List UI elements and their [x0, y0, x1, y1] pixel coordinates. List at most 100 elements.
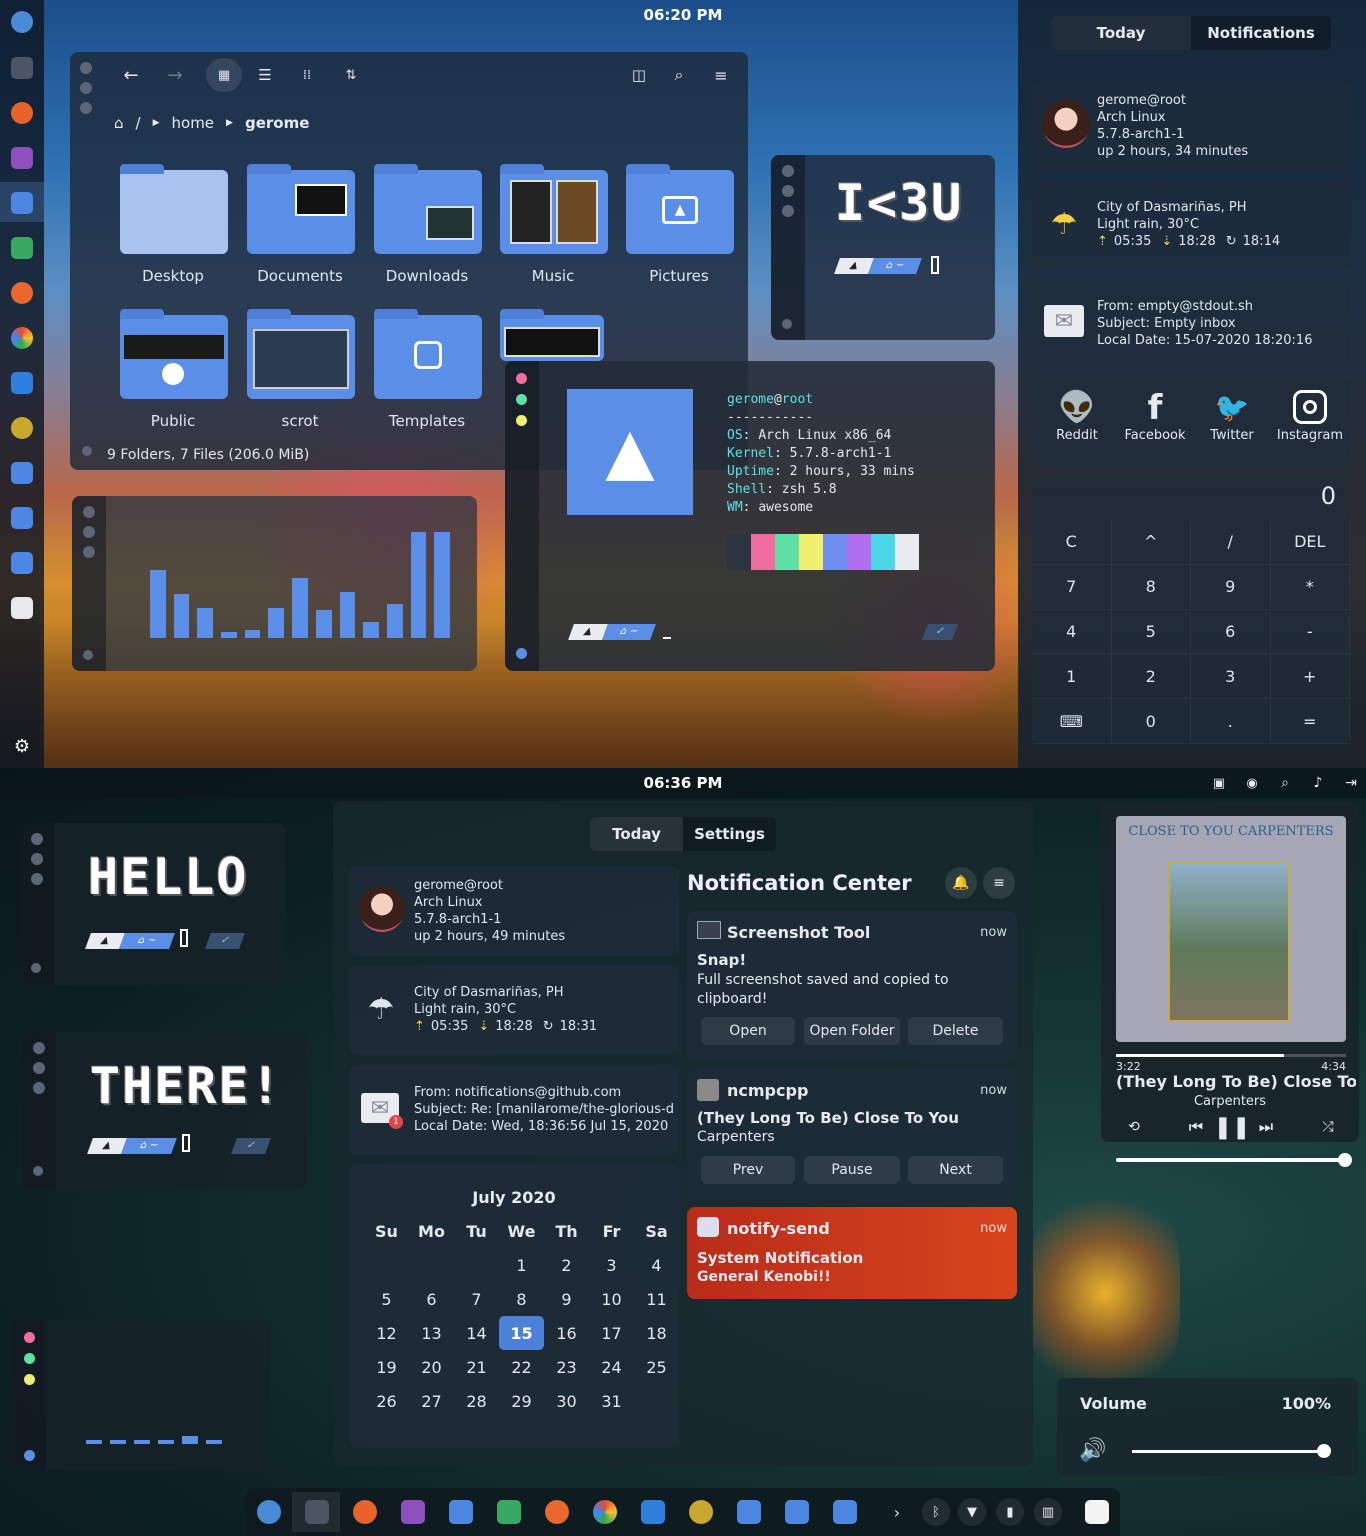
repeat-icon[interactable]: ⟲	[1125, 1118, 1143, 1136]
folder-label[interactable]: Templates	[362, 412, 492, 430]
folder-downloads-icon[interactable]	[374, 164, 482, 254]
calc-key[interactable]: *	[1270, 564, 1350, 610]
home-tag-icon[interactable]: ⌂ ~	[868, 258, 922, 274]
chrome-icon[interactable]	[593, 1500, 617, 1524]
breadcrumb-root[interactable]: /	[136, 114, 141, 132]
social-facebook[interactable]: f Facebook	[1120, 388, 1190, 443]
calendar-day[interactable]: 8	[499, 1282, 544, 1316]
calendar-day[interactable]: 16	[544, 1316, 589, 1350]
panel-tabs[interactable]: Today Notifications	[1051, 16, 1331, 50]
seek-handle[interactable]	[1338, 1153, 1352, 1167]
calc-key[interactable]: 0	[1111, 699, 1191, 744]
calendar-day[interactable]: 4	[634, 1248, 679, 1282]
tab-today[interactable]: Today	[1051, 16, 1191, 50]
calc-key[interactable]: 8	[1111, 564, 1191, 610]
window-dot[interactable]	[80, 62, 92, 74]
minimize-dot[interactable]	[516, 415, 527, 426]
calc-key[interactable]: /	[1191, 520, 1271, 565]
calendar-day[interactable]: 29	[499, 1384, 544, 1418]
editor-icon[interactable]	[11, 147, 33, 169]
calendar-day[interactable]: 2	[544, 1248, 589, 1282]
calc-key[interactable]: 2	[1111, 654, 1191, 700]
calendar-day[interactable]: 14	[454, 1316, 499, 1350]
back-arrow-icon[interactable]: ←	[120, 64, 142, 86]
window-dot[interactable]	[782, 319, 792, 329]
arch-logo-icon[interactable]	[257, 1500, 281, 1524]
calendar-day[interactable]: 20	[409, 1350, 454, 1384]
calendar-day[interactable]: 30	[544, 1384, 589, 1418]
tab-settings[interactable]: Settings	[683, 817, 776, 851]
calendar-day[interactable]: 24	[589, 1350, 634, 1384]
calendar-day[interactable]: 18	[634, 1316, 679, 1350]
pause-button[interactable]: Pause	[804, 1156, 900, 1184]
home-icon[interactable]: ⌂	[114, 114, 124, 132]
calendar-day[interactable]: 19	[364, 1350, 409, 1384]
split-view-icon[interactable]: ◫	[628, 64, 650, 86]
cube-icon[interactable]	[11, 372, 33, 394]
breadcrumb-home[interactable]: home	[172, 114, 215, 132]
maximize-dot[interactable]	[24, 1353, 35, 1364]
center-tabs[interactable]: Today Settings	[590, 817, 776, 851]
trash-icon[interactable]	[1085, 1500, 1109, 1524]
documents-folder-icon[interactable]	[11, 507, 33, 529]
folder-partial-icon[interactable]	[500, 309, 604, 361]
gear-icon[interactable]: ⚙	[11, 735, 33, 757]
window-dot[interactable]	[33, 1062, 45, 1074]
calc-key[interactable]: 1	[1032, 654, 1112, 700]
visualizer-widget[interactable]	[72, 496, 477, 671]
home-tag-icon[interactable]: ⌂ ~	[121, 1138, 177, 1154]
terminal-icon[interactable]	[11, 57, 33, 79]
firefox-icon[interactable]	[353, 1500, 377, 1524]
calendar-day[interactable]: 28	[454, 1384, 499, 1418]
calendar-day[interactable]: 21	[454, 1350, 499, 1384]
home-tag-icon[interactable]: ⌂ ~	[602, 624, 656, 640]
calc-key[interactable]: 5	[1111, 609, 1191, 655]
window-dot[interactable]	[31, 833, 43, 845]
settings-cogs-icon[interactable]	[689, 1500, 713, 1524]
calendar-day-today[interactable]: 15	[499, 1316, 544, 1350]
folder-label[interactable]: scrot	[235, 412, 365, 430]
window-dot[interactable]	[31, 873, 43, 885]
calendar-day[interactable]: 5	[364, 1282, 409, 1316]
social-instagram[interactable]: Instagram	[1272, 388, 1348, 443]
music-note-icon[interactable]: ♪	[1309, 774, 1327, 792]
neofetch-terminal[interactable]: ▲ gerome@root ----------- OS: Arch Linux…	[505, 361, 995, 671]
window-dot[interactable]	[24, 1450, 35, 1461]
tag-bar[interactable]: ▲ ⌂ ~	[85, 933, 175, 949]
list-view-icon[interactable]: ☰	[254, 64, 276, 86]
folder-documents-icon[interactable]	[247, 164, 355, 254]
firefox-icon[interactable]	[11, 102, 33, 124]
calc-key[interactable]: 4	[1032, 609, 1112, 655]
close-dot[interactable]	[516, 373, 527, 384]
folder-music-icon[interactable]	[500, 164, 608, 254]
folder-label[interactable]: Pictures	[614, 267, 744, 285]
calc-key[interactable]: DEL	[1270, 520, 1350, 565]
wifi-icon[interactable]: ▼	[958, 1498, 986, 1526]
calendar-day[interactable]: 7	[454, 1282, 499, 1316]
mini-visualizer-widget[interactable]	[12, 1320, 270, 1470]
hello-widget[interactable]: HELLO ▲ ⌂ ~ ✓	[20, 823, 285, 985]
open-folder-button[interactable]: Open Folder	[804, 1017, 900, 1045]
menu-icon[interactable]: ≡	[710, 64, 732, 86]
speaker-icon[interactable]: 🔊	[1079, 1436, 1107, 1464]
folder-label[interactable]: Desktop	[108, 267, 238, 285]
window-dot[interactable]	[782, 165, 794, 177]
search-icon[interactable]: ⌕	[1276, 774, 1294, 792]
calendar-day[interactable]: 1	[499, 1248, 544, 1282]
gamepad-icon[interactable]	[11, 282, 33, 304]
progress-track[interactable]	[1116, 1054, 1346, 1057]
documents-folder-icon[interactable]	[785, 1500, 809, 1524]
bell-icon[interactable]: 🔔	[945, 867, 977, 899]
i3u-widget[interactable]: I<3U ▲ ⌂ ~	[771, 155, 995, 340]
calc-key[interactable]: ^	[1111, 520, 1191, 565]
calendar-day[interactable]: 26	[364, 1384, 409, 1418]
battery-icon[interactable]: ▮	[996, 1498, 1024, 1526]
close-dot[interactable]	[24, 1332, 35, 1343]
window-dot[interactable]	[33, 1166, 43, 1176]
folder-templates-icon[interactable]	[374, 309, 482, 399]
calc-key[interactable]: .	[1191, 699, 1271, 744]
downloads-folder-icon[interactable]	[833, 1500, 857, 1524]
window-dot[interactable]	[31, 853, 43, 865]
window-dot[interactable]	[83, 546, 95, 558]
calendar-day[interactable]: 31	[589, 1384, 634, 1418]
